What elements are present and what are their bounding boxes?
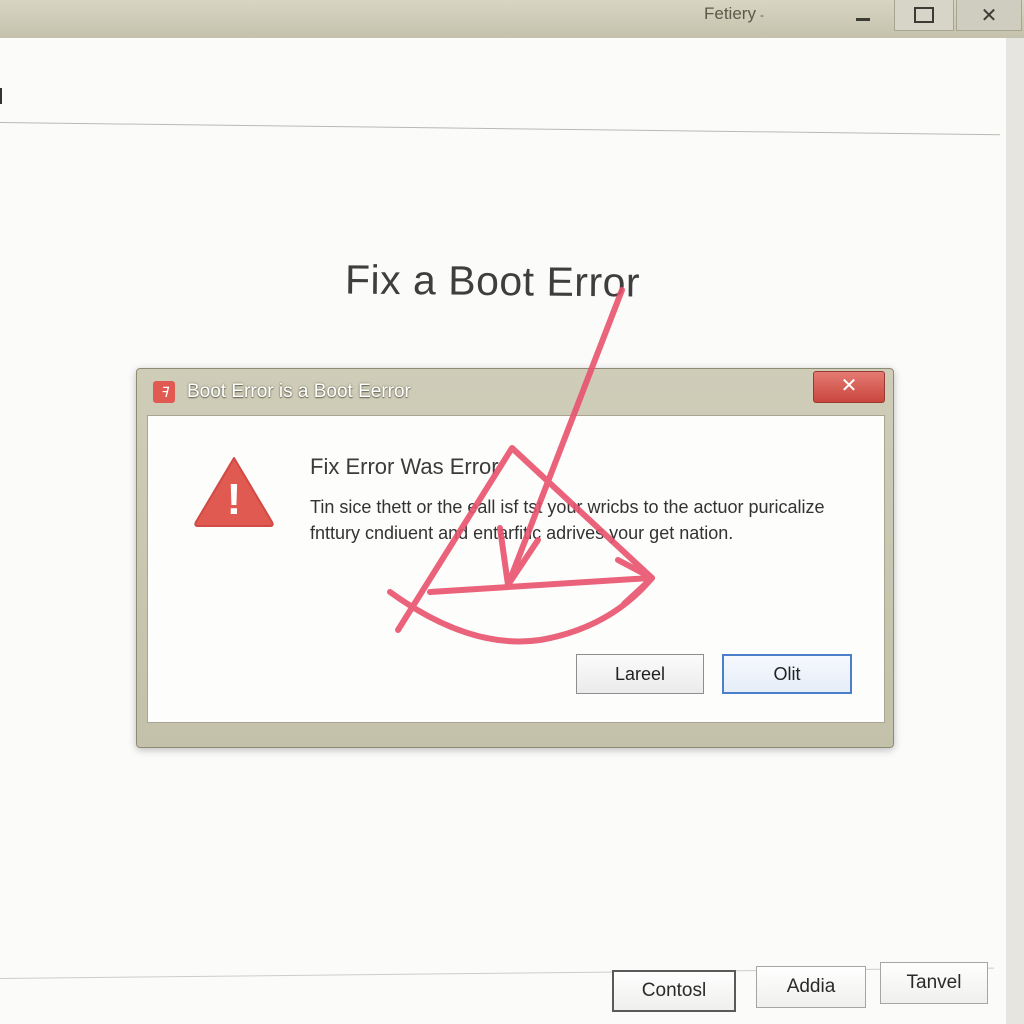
warning-icon-mark: ! [227,475,242,524]
minimize-button[interactable] [834,0,892,30]
footer-button-3-label: Tanvel [906,972,962,993]
dialog-cancel-button[interactable]: Lareel [576,654,704,694]
app-icon: ꟻ [153,381,175,403]
window-title-caret[interactable]: - [760,8,764,22]
page-title: Fix a Boot Error [344,256,641,306]
dialog-body: ! Fix Error Was Error Tin sice thett or … [147,415,885,723]
close-icon: ✕ [980,4,998,27]
error-dialog: ꟻ Boot Error is a Boot Eerror ✕ ! Fix Er… [136,368,894,748]
footer-button-2[interactable]: Addia [756,966,866,1008]
dialog-close-button[interactable]: ✕ [813,371,885,403]
dialog-heading: Fix Error Was Error [310,454,499,479]
footer-button-2-label: Addia [786,976,836,997]
top-divider [0,122,1000,136]
edge-marker [0,88,2,104]
dialog-cancel-label: Lareel [614,663,666,684]
window-close-button[interactable]: ✕ [956,0,1022,31]
minimize-icon [856,17,870,21]
maximize-icon [914,7,934,23]
dialog-title: Boot Error is a Boot Eerror [187,381,411,402]
warning-icon: ! [194,457,274,527]
footer-button-1[interactable]: Contosl [612,970,736,1012]
dialog-message: Tin sice thett or the eall isf tst your … [310,497,825,543]
close-icon: ✕ [840,375,858,397]
dialog-ok-label: Olit [773,663,801,684]
dialog-ok-button[interactable]: Olit [722,654,852,694]
window-titlebar: Fetiery - ✕ [0,0,1024,39]
footer-button-3[interactable]: Tanvel [880,962,988,1004]
footer-button-1-label: Contosl [641,980,707,1001]
window-title: Fetiery - [704,4,764,24]
maximize-button[interactable] [894,0,954,31]
window-title-label: Fetiery [704,4,756,23]
